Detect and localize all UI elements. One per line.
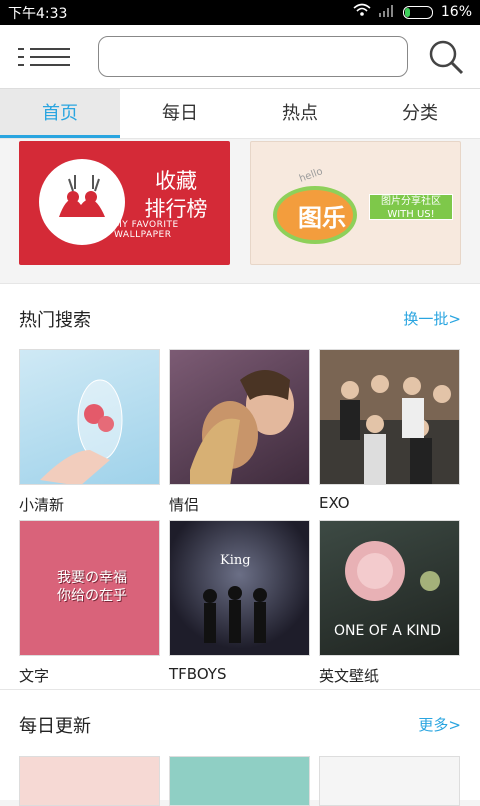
thumb-text[interactable]: 我要の幸福 你给の在乎 — [19, 520, 160, 656]
wifi-icon — [353, 3, 371, 21]
deer-illustration — [39, 159, 125, 245]
tab-bar: 首页 每日 热点 分类 — [0, 89, 480, 139]
app-header — [0, 25, 480, 89]
status-time: 下午4:33 — [8, 6, 68, 22]
hot-search-section: 热门搜索 换一批> 小清新 情侣 EXO 我要の幸福 你给の在乎 King ON… — [0, 284, 480, 689]
daily-update-section: 每日更新 更多> — [0, 690, 480, 806]
tab-category[interactable]: 分类 — [360, 89, 480, 138]
tab-daily[interactable]: 每日 — [120, 89, 240, 138]
hot-search-refresh-link[interactable]: 换一批> — [403, 308, 461, 329]
banner-favorites[interactable]: 收藏 排行榜 MY FAVORITE WALLPAPER — [19, 141, 230, 265]
daily-update-title: 每日更新 — [19, 716, 91, 737]
battery-icon — [402, 5, 433, 19]
thumb-text-label: 文字 — [19, 667, 50, 685]
status-icons: 16% — [353, 3, 472, 21]
thumb-couple[interactable] — [169, 349, 310, 485]
banner-tule[interactable]: hello 图乐 图片分享社区 WITH US! — [250, 141, 461, 265]
status-bar: 下午4:33 16% — [0, 0, 480, 25]
thumb-tfboys[interactable]: King — [169, 520, 310, 656]
banner-tule-title: 图乐 — [298, 204, 346, 232]
banner-favorites-title: 收藏 排行榜 — [144, 169, 208, 221]
thumb-english[interactable]: ONE OF A KIND — [319, 520, 460, 656]
search-icon[interactable] — [426, 37, 466, 77]
banner-favorites-subtitle: MY FAVORITE WALLPAPER — [114, 220, 179, 240]
thumb-fresh-label: 小清新 — [19, 496, 65, 514]
tab-hot[interactable]: 热点 — [240, 89, 360, 138]
banner-tule-ribbon: 图片分享社区 WITH US! — [369, 194, 453, 220]
daily-thumb-2[interactable] — [169, 756, 310, 806]
thumb-exo-label: EXO — [319, 494, 350, 512]
thumb-english-overlay: ONE OF A KIND — [334, 623, 441, 639]
thumb-exo[interactable] — [319, 349, 460, 485]
hot-search-title: 热门搜索 — [19, 310, 91, 331]
menu-icon[interactable] — [18, 45, 70, 69]
thumb-text-overlay: 我要の幸福 你给の在乎 — [57, 570, 127, 604]
thumb-english-label: 英文壁纸 — [319, 667, 380, 685]
thumb-tfboys-label: TFBOYS — [169, 665, 227, 683]
signal-icon — [378, 4, 395, 21]
thumb-fresh[interactable] — [19, 349, 160, 485]
daily-update-more-link[interactable]: 更多> — [418, 714, 461, 735]
battery-percent: 16% — [440, 4, 472, 20]
daily-thumb-1[interactable] — [19, 756, 160, 806]
daily-thumb-3[interactable] — [319, 756, 460, 806]
banner-tule-hello: hello — [297, 166, 325, 185]
tab-home[interactable]: 首页 — [0, 89, 120, 138]
thumb-couple-label: 情侣 — [169, 496, 200, 514]
search-input[interactable] — [98, 36, 408, 77]
